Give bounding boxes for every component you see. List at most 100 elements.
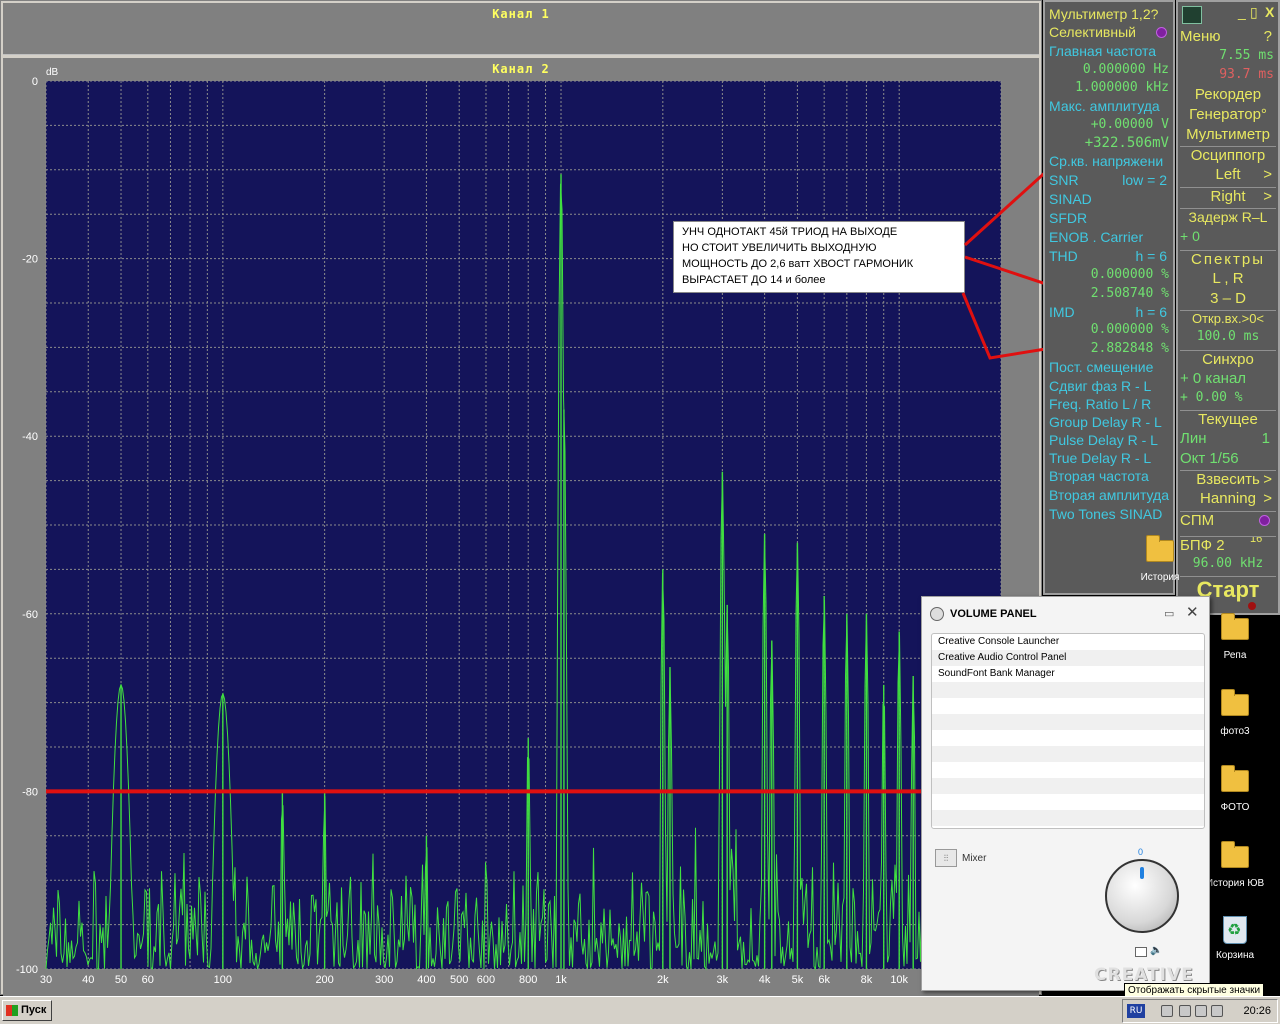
list-item[interactable]: Creative Console Launcher: [932, 634, 1204, 650]
channel1-bar[interactable]: Канал 1: [3, 3, 1039, 55]
pulse-delay-label[interactable]: Pulse Delay R - L: [1049, 432, 1171, 450]
desktop-icon-recycle-bin[interactable]: Корзина: [1200, 916, 1270, 961]
freq-ratio-label[interactable]: Freq. Ratio L / R: [1049, 396, 1171, 414]
multimeter-title[interactable]: Мультиметр 1,2?: [1049, 6, 1171, 24]
sfdr-label[interactable]: SFDR: [1049, 210, 1171, 228]
list-item: [932, 810, 1204, 826]
left-button[interactable]: Left >: [1180, 166, 1276, 186]
sinad-label[interactable]: SINAD: [1049, 191, 1171, 209]
y-tick-label: -40: [22, 431, 38, 443]
close-button[interactable]: X: [1265, 4, 1274, 20]
snr-row[interactable]: SNR low = 2: [1049, 172, 1171, 190]
oct-row[interactable]: Окт 1/56: [1180, 450, 1276, 470]
sync-percent[interactable]: + 0.00 %: [1180, 390, 1276, 410]
list-item[interactable]: SoundFont Bank Manager: [932, 666, 1204, 682]
start-menu-button[interactable]: Пуск: [2, 1000, 52, 1021]
desktop-icon-history-yuv[interactable]: История ЮВ: [1200, 841, 1270, 889]
y-tick-label: -60: [22, 609, 38, 621]
list-item[interactable]: Creative Audio Control Panel: [932, 650, 1204, 666]
open-input-button[interactable]: Откр.вх.>0<: [1180, 310, 1276, 330]
current-button[interactable]: Текущее: [1180, 410, 1276, 430]
spm-button[interactable]: СПМ: [1180, 511, 1276, 531]
list-item: [932, 714, 1204, 730]
weigh-button[interactable]: Взвесить >: [1180, 470, 1276, 490]
desktop-icon-foto[interactable]: ФОТО: [1200, 765, 1270, 813]
second-amp-label[interactable]: Вторая амплитуда: [1049, 487, 1171, 505]
y-tick-labels: 0 -20 -40 -60 -80 -100: [16, 76, 38, 976]
sync-channel[interactable]: + 0 канал: [1180, 370, 1276, 390]
two-tones-label[interactable]: Two Tones SINAD: [1049, 506, 1171, 524]
multimeter-button[interactable]: Мультиметр: [1180, 126, 1276, 146]
x-tick-label: 40: [82, 974, 94, 986]
spectra-button[interactable]: Спектры: [1180, 250, 1276, 270]
mixer-label[interactable]: Mixer: [962, 853, 986, 864]
mute-checkbox[interactable]: [1135, 947, 1147, 957]
volume-knob[interactable]: 0: [1105, 847, 1179, 933]
thd-row[interactable]: THD h = 6: [1049, 248, 1171, 266]
max-amp-label[interactable]: Макс. амплитуда: [1049, 98, 1171, 116]
recorder-button[interactable]: Рекордер: [1180, 86, 1276, 106]
three-d-button[interactable]: 3 – D: [1180, 290, 1276, 310]
network-icon[interactable]: [1195, 1005, 1207, 1017]
speaker-icon: 🔈: [1150, 945, 1163, 956]
right-button[interactable]: Right >: [1180, 187, 1276, 207]
rms-label[interactable]: Ср.кв. напряжени: [1049, 153, 1171, 171]
mixer-icon[interactable]: ⫶⫶: [935, 849, 957, 867]
folder-icon: [1221, 689, 1249, 716]
knob-indicator: [1140, 867, 1144, 879]
amp-v-value: +0.00000 V: [1090, 117, 1169, 132]
main-freq-label[interactable]: Главная частота: [1049, 43, 1171, 61]
restore-icon[interactable]: ▭: [1164, 607, 1174, 620]
true-delay-label[interactable]: True Delay R - L: [1049, 450, 1171, 468]
imd-value-1: 0.000000 %: [1090, 322, 1169, 337]
generator-button[interactable]: Генератор°: [1180, 106, 1276, 126]
y-tick-label: 0: [32, 76, 38, 88]
folder-icon: [1221, 613, 1249, 640]
phase-shift-label[interactable]: Сдвиг фаз R - L: [1049, 378, 1171, 396]
clock[interactable]: 20:26: [1243, 1005, 1271, 1017]
selective-toggle[interactable]: Селективный: [1049, 24, 1171, 42]
spectrum-analyzer-window: Канал 1 Канал 2 0 -20 -40 -60 -80 -100 30 40 50…: [0, 0, 1042, 998]
record-led-icon: [1248, 602, 1256, 610]
desktop-icon-repa[interactable]: Репа: [1200, 613, 1270, 661]
desktop-icon-foto3[interactable]: фото3: [1200, 689, 1270, 737]
help-button[interactable]: ?: [1264, 28, 1272, 45]
weigh-label: Взвесить: [1196, 471, 1260, 488]
sync-button[interactable]: Синхро: [1180, 350, 1276, 370]
minimize-button[interactable]: _: [1238, 4, 1246, 20]
spectrum-plot[interactable]: 0 -20 -40 -60 -80 -100 30 40 50 60 100 200 300 400 50…: [1, 58, 1041, 996]
start-label: Пуск: [21, 1004, 47, 1016]
imd-label: IMD: [1049, 304, 1075, 320]
tray-app-icon[interactable]: [1211, 1005, 1223, 1017]
delay-button[interactable]: Задерж R–L: [1180, 208, 1276, 228]
thd-value-2: 2.508740 %: [1090, 286, 1169, 301]
imd-row[interactable]: IMD h = 6: [1049, 304, 1171, 322]
second-freq-label[interactable]: Вторая частота: [1049, 468, 1171, 486]
enob-label[interactable]: ENOB . Carrier: [1049, 229, 1171, 247]
lin-value: 1: [1261, 430, 1270, 447]
chevron-right-icon: >: [1263, 490, 1272, 507]
channel1-title: Канал 1: [492, 7, 550, 21]
annotation-line: ВЫРАСТАЕТ ДО 14 и более: [682, 274, 826, 286]
x-tick-label: 3k: [717, 974, 729, 986]
menu-button[interactable]: Меню?: [1180, 28, 1276, 48]
desktop-icon-history[interactable]: История: [1125, 535, 1195, 583]
language-indicator[interactable]: RU: [1127, 1004, 1145, 1018]
oscilloscope-button[interactable]: Осциппогр: [1180, 146, 1276, 166]
lr-button[interactable]: L , R: [1180, 270, 1276, 290]
app-icon[interactable]: [1182, 6, 1202, 24]
hanning-button[interactable]: Hanning >: [1180, 490, 1276, 510]
led-icon: [1156, 27, 1167, 38]
keyboard-icon[interactable]: [1161, 1005, 1173, 1017]
volume-icon[interactable]: [1179, 1005, 1191, 1017]
dc-offset-label[interactable]: Пост. смещение: [1049, 359, 1171, 377]
x-tick-label: 2k: [657, 974, 669, 986]
x-tick-label: 400: [417, 974, 435, 986]
chevron-right-icon: >: [1263, 188, 1272, 205]
maximize-button[interactable]: ▯: [1250, 4, 1258, 21]
close-icon[interactable]: ✕: [1186, 603, 1199, 621]
left-label: Left: [1215, 166, 1241, 183]
knob-value: 0: [1138, 847, 1144, 857]
group-delay-label[interactable]: Group Delay R - L: [1049, 414, 1171, 432]
lin-row[interactable]: Лин 1: [1180, 430, 1276, 450]
